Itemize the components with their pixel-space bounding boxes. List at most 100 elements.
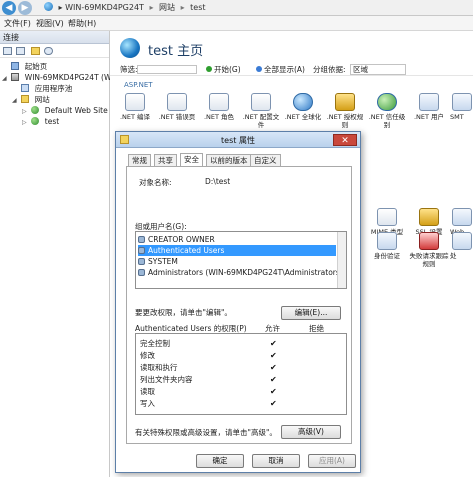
expand-arrow-icon[interactable]: ◢ xyxy=(12,95,19,106)
tree-item-sites[interactable]: ◢ 网站 xyxy=(12,94,50,105)
feature-smtp[interactable]: SMT xyxy=(450,93,473,121)
tab-security[interactable]: 安全 xyxy=(180,153,203,166)
table-row: 读取和执行 ✔ xyxy=(140,362,340,373)
show-all-label: 全部显示(A) xyxy=(264,65,305,74)
permission-name: 列出文件夹内容 xyxy=(140,375,193,384)
tab-previous-versions[interactable]: 以前的版本 xyxy=(206,154,252,166)
list-item[interactable]: SYSTEM xyxy=(138,256,336,267)
tree-label: Default Web Site xyxy=(44,106,108,115)
table-row: 列出文件夹内容 ✔ xyxy=(140,374,340,385)
dotnet-error-pages-icon xyxy=(167,93,187,111)
page-title: test 主页 xyxy=(148,44,204,59)
menu-view[interactable]: 视图(V) xyxy=(36,18,64,29)
list-item[interactable]: Administrators (WIN-69MKD4PG24T\Administ… xyxy=(138,267,343,278)
group-by-select[interactable]: 区域 xyxy=(350,64,406,75)
user-group-icon xyxy=(138,269,145,276)
permissions-table: 完全控制 ✔ 修改 ✔ 读取和执行 ✔ 列出文件夹内容 ✔ 读取 ✔ 写入 ✔ xyxy=(135,333,347,415)
filter-input[interactable] xyxy=(137,65,197,74)
tree-item-app-pools[interactable]: 应用程序池 xyxy=(12,83,72,94)
group-by-label: 分组依据: xyxy=(313,65,346,74)
feature-dotnet-globalization[interactable]: .NET 全球化 xyxy=(282,93,324,121)
menu-help[interactable]: 帮助(H) xyxy=(68,18,96,29)
tree-label: 应用程序池 xyxy=(34,84,73,93)
breadcrumb-server[interactable]: WIN-69MKD4PG24T xyxy=(65,3,144,12)
list-item-selected[interactable]: Authenticated Users xyxy=(138,245,336,256)
connections-toolbar xyxy=(0,44,109,58)
connections-pane: 连接 起始页 ◢ WIN-69MKD4PG24T (WIN-6 应用程序池 ◢ … xyxy=(0,31,127,477)
breadcrumb-separator: ▸ xyxy=(180,3,185,12)
filter-label: 筛选: xyxy=(120,65,138,74)
users-list[interactable]: CREATOR OWNER Authenticated Users SYSTEM… xyxy=(135,231,347,289)
apply-button[interactable]: 应用(A) xyxy=(308,454,356,468)
object-name-label: 对象名称: xyxy=(139,178,172,187)
feature-dotnet-error-pages[interactable]: .NET 错误页 xyxy=(156,93,198,121)
feature-label: 失败请求跟踪规则 xyxy=(409,252,449,268)
website-globe-icon xyxy=(31,117,40,125)
permission-name: 修改 xyxy=(140,351,155,360)
breadcrumb-separator: ▸ xyxy=(149,3,154,12)
menu-file[interactable]: 文件(F) xyxy=(4,18,31,29)
feature-dotnet-profile[interactable]: .NET 配置文件 xyxy=(240,93,282,129)
tab-sharing[interactable]: 共享 xyxy=(154,154,177,166)
address-bar: ◀ ▶ ▸ WIN-69MKD4PG24T ▸ 网站 ▸ test xyxy=(0,0,473,16)
cancel-button[interactable]: 取消 xyxy=(252,454,300,468)
feature-dotnet-trust-levels[interactable]: .NET 信任级别 xyxy=(366,93,408,129)
expand-arrow-icon[interactable]: ◢ xyxy=(2,73,9,84)
ssl-lock-icon xyxy=(419,208,439,226)
tab-general[interactable]: 常规 xyxy=(128,154,151,166)
back-arrow-icon[interactable]: ◀ xyxy=(2,1,16,15)
connect-icon[interactable] xyxy=(3,47,12,55)
permission-name: 读取 xyxy=(140,387,155,396)
go-button[interactable]: 开始(G) xyxy=(206,63,241,76)
feature-dotnet-roles[interactable]: .NET 角色 xyxy=(198,93,240,121)
feature-label: .NET 全球化 xyxy=(284,113,322,121)
ok-button[interactable]: 确定 xyxy=(196,454,244,468)
breadcrumb-sites[interactable]: 网站 xyxy=(159,3,175,12)
dotnet-roles-icon xyxy=(209,93,229,111)
tab-customize[interactable]: 自定义 xyxy=(250,154,281,166)
dotnet-authorization-icon xyxy=(335,93,355,111)
handler-icon xyxy=(452,232,472,250)
tree-label: 网站 xyxy=(34,95,50,104)
feature-dotnet-users[interactable]: .NET 用户 xyxy=(408,93,450,121)
forward-arrow-icon[interactable]: ▶ xyxy=(18,1,32,15)
advanced-button[interactable]: 高级(V) xyxy=(281,425,341,439)
feature-dotnet-compile[interactable]: .NET 编译 xyxy=(114,93,156,121)
save-icon[interactable] xyxy=(16,47,25,55)
up-folder-icon[interactable] xyxy=(31,47,40,55)
dialog-title: test 属性 xyxy=(221,136,255,145)
globe-icon xyxy=(44,2,53,11)
authentication-icon xyxy=(377,232,397,250)
expand-arrow-icon[interactable]: ▷ xyxy=(22,117,29,128)
tree-item-start-page[interactable]: 起始页 xyxy=(2,61,47,72)
site-globe-icon xyxy=(120,38,140,58)
list-item[interactable]: CREATOR OWNER xyxy=(138,234,336,245)
show-all-button[interactable]: 全部显示(A) xyxy=(256,63,305,76)
smtp-icon xyxy=(452,93,472,111)
permission-name: 读取和执行 xyxy=(140,363,178,372)
dialog-titlebar[interactable]: test 属性 ✕ xyxy=(116,132,360,148)
feature-dotnet-authorization[interactable]: .NET 授权规则 xyxy=(324,93,366,129)
tree-item-server[interactable]: ◢ WIN-69MKD4PG24T (WIN-6 xyxy=(2,72,127,83)
go-label: 开始(G) xyxy=(214,65,241,74)
feature-authentication[interactable]: 身份验证 xyxy=(366,232,408,260)
users-list-scrollbar[interactable] xyxy=(337,232,346,288)
dotnet-compile-icon xyxy=(125,93,145,111)
refresh-icon[interactable] xyxy=(44,47,53,55)
close-button[interactable]: ✕ xyxy=(333,134,357,146)
allow-check-icon: ✔ xyxy=(270,399,277,408)
security-tab-panel: 对象名称: D:\test 组或用户名(G): CREATOR OWNER Au… xyxy=(126,166,352,444)
table-row: 修改 ✔ xyxy=(140,350,340,361)
user-name: Authenticated Users xyxy=(148,246,225,255)
object-name-value: D:\test xyxy=(205,177,231,186)
tree-item-test[interactable]: ▷ test xyxy=(22,116,59,127)
feature-label: .NET 授权规则 xyxy=(326,113,364,129)
breadcrumb-test[interactable]: test xyxy=(190,3,205,12)
edit-button[interactable]: 编辑(E)... xyxy=(281,306,341,320)
user-name: SYSTEM xyxy=(148,257,178,266)
feature-failed-request-tracing[interactable]: 失败请求跟踪规则 xyxy=(408,232,450,268)
tree-item-default-web-site[interactable]: ▷ Default Web Site xyxy=(22,105,108,116)
feature-handler[interactable]: 处 xyxy=(450,232,473,260)
feature-label: 处 xyxy=(450,252,457,260)
user-group-icon xyxy=(138,258,145,265)
